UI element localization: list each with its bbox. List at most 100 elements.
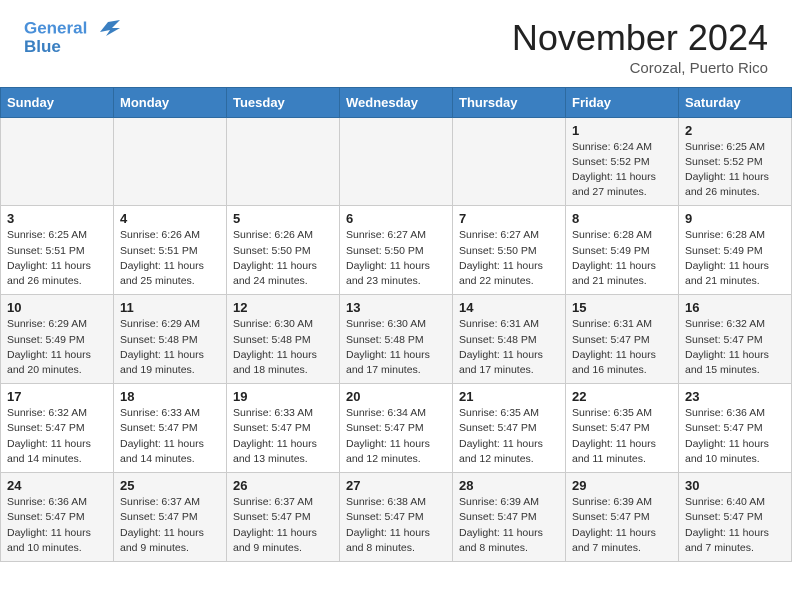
- day-info: Sunrise: 6:28 AMSunset: 5:49 PMDaylight:…: [572, 228, 672, 289]
- day-number: 6: [346, 211, 446, 226]
- calendar-cell: [340, 117, 453, 206]
- day-number: 9: [685, 211, 785, 226]
- calendar-cell: 27 Sunrise: 6:38 AMSunset: 5:47 PMDayligh…: [340, 473, 453, 562]
- calendar-cell: 20 Sunrise: 6:34 AMSunset: 5:47 PMDayligh…: [340, 384, 453, 473]
- day-number: 4: [120, 211, 220, 226]
- weekday-header-tuesday: Tuesday: [227, 87, 340, 117]
- day-number: 7: [459, 211, 559, 226]
- logo: General Blue: [24, 18, 120, 57]
- day-info: Sunrise: 6:32 AMSunset: 5:47 PMDaylight:…: [685, 317, 785, 378]
- calendar-cell: 26 Sunrise: 6:37 AMSunset: 5:47 PMDayligh…: [227, 473, 340, 562]
- day-number: 11: [120, 300, 220, 315]
- day-info: Sunrise: 6:25 AMSunset: 5:52 PMDaylight:…: [685, 140, 785, 201]
- day-info: Sunrise: 6:36 AMSunset: 5:47 PMDaylight:…: [685, 406, 785, 467]
- calendar-cell: 2 Sunrise: 6:25 AMSunset: 5:52 PMDaylight…: [679, 117, 792, 206]
- calendar-header: SundayMondayTuesdayWednesdayThursdayFrid…: [1, 87, 792, 117]
- day-number: 23: [685, 389, 785, 404]
- day-number: 29: [572, 478, 672, 493]
- weekday-header-monday: Monday: [114, 87, 227, 117]
- day-info: Sunrise: 6:39 AMSunset: 5:47 PMDaylight:…: [572, 495, 672, 556]
- day-number: 26: [233, 478, 333, 493]
- day-number: 25: [120, 478, 220, 493]
- weekday-header-wednesday: Wednesday: [340, 87, 453, 117]
- day-info: Sunrise: 6:29 AMSunset: 5:48 PMDaylight:…: [120, 317, 220, 378]
- location-subtitle: Corozal, Puerto Rico: [512, 60, 768, 77]
- day-number: 1: [572, 123, 672, 138]
- day-number: 3: [7, 211, 107, 226]
- calendar-body: 1Sunrise: 6:24 AMSunset: 5:52 PMDaylight…: [1, 117, 792, 561]
- day-info: Sunrise: 6:30 AMSunset: 5:48 PMDaylight:…: [233, 317, 333, 378]
- day-number: 8: [572, 211, 672, 226]
- calendar-cell: 30 Sunrise: 6:40 AMSunset: 5:47 PMDayligh…: [679, 473, 792, 562]
- weekday-header-sunday: Sunday: [1, 87, 114, 117]
- logo-bottom-text: Blue: [24, 38, 120, 57]
- day-number: 12: [233, 300, 333, 315]
- day-info: Sunrise: 6:35 AMSunset: 5:47 PMDaylight:…: [459, 406, 559, 467]
- calendar-cell: 17 Sunrise: 6:32 AMSunset: 5:47 PMDayligh…: [1, 384, 114, 473]
- calendar-cell: [453, 117, 566, 206]
- day-info: Sunrise: 6:27 AMSunset: 5:50 PMDaylight:…: [459, 228, 559, 289]
- calendar-cell: 13Sunrise: 6:30 AMSunset: 5:48 PMDayligh…: [340, 295, 453, 384]
- calendar-cell: 5Sunrise: 6:26 AMSunset: 5:50 PMDaylight…: [227, 206, 340, 295]
- day-info: Sunrise: 6:31 AMSunset: 5:48 PMDaylight:…: [459, 317, 559, 378]
- calendar-cell: 19Sunrise: 6:33 AMSunset: 5:47 PMDayligh…: [227, 384, 340, 473]
- calendar-cell: 29 Sunrise: 6:39 AMSunset: 5:47 PMDayligh…: [566, 473, 679, 562]
- calendar-cell: [114, 117, 227, 206]
- day-number: 24: [7, 478, 107, 493]
- day-number: 2: [685, 123, 785, 138]
- day-number: 15: [572, 300, 672, 315]
- day-number: 16: [685, 300, 785, 315]
- day-info: Sunrise: 6:25 AMSunset: 5:51 PMDaylight:…: [7, 228, 107, 289]
- calendar-cell: [1, 117, 114, 206]
- day-number: 14: [459, 300, 559, 315]
- logo-bird-icon: [94, 18, 120, 40]
- day-info: Sunrise: 6:33 AMSunset: 5:47 PMDaylight:…: [120, 406, 220, 467]
- calendar-week-row: 3 Sunrise: 6:25 AMSunset: 5:51 PMDaylight…: [1, 206, 792, 295]
- day-info: Sunrise: 6:28 AMSunset: 5:49 PMDaylight:…: [685, 228, 785, 289]
- calendar-week-row: 17 Sunrise: 6:32 AMSunset: 5:47 PMDayligh…: [1, 384, 792, 473]
- calendar-cell: 3 Sunrise: 6:25 AMSunset: 5:51 PMDaylight…: [1, 206, 114, 295]
- weekday-header-row: SundayMondayTuesdayWednesdayThursdayFrid…: [1, 87, 792, 117]
- calendar-cell: 22Sunrise: 6:35 AMSunset: 5:47 PMDayligh…: [566, 384, 679, 473]
- day-info: Sunrise: 6:39 AMSunset: 5:47 PMDaylight:…: [459, 495, 559, 556]
- calendar-cell: 4 Sunrise: 6:26 AMSunset: 5:51 PMDaylight…: [114, 206, 227, 295]
- day-info: Sunrise: 6:32 AMSunset: 5:47 PMDaylight:…: [7, 406, 107, 467]
- day-number: 18: [120, 389, 220, 404]
- calendar-cell: 18 Sunrise: 6:33 AMSunset: 5:47 PMDayligh…: [114, 384, 227, 473]
- calendar-cell: 24 Sunrise: 6:36 AMSunset: 5:47 PMDayligh…: [1, 473, 114, 562]
- page-header: General Blue November 2024 Corozal, Puer…: [0, 0, 792, 87]
- day-info: Sunrise: 6:38 AMSunset: 5:47 PMDaylight:…: [346, 495, 446, 556]
- calendar-cell: [227, 117, 340, 206]
- calendar-cell: 11 Sunrise: 6:29 AMSunset: 5:48 PMDayligh…: [114, 295, 227, 384]
- day-info: Sunrise: 6:37 AMSunset: 5:47 PMDaylight:…: [120, 495, 220, 556]
- day-info: Sunrise: 6:40 AMSunset: 5:47 PMDaylight:…: [685, 495, 785, 556]
- day-info: Sunrise: 6:31 AMSunset: 5:47 PMDaylight:…: [572, 317, 672, 378]
- calendar-cell: 12 Sunrise: 6:30 AMSunset: 5:48 PMDayligh…: [227, 295, 340, 384]
- day-number: 30: [685, 478, 785, 493]
- day-info: Sunrise: 6:37 AMSunset: 5:47 PMDaylight:…: [233, 495, 333, 556]
- calendar-cell: 28 Sunrise: 6:39 AMSunset: 5:47 PMDayligh…: [453, 473, 566, 562]
- day-number: 28: [459, 478, 559, 493]
- day-number: 10: [7, 300, 107, 315]
- day-number: 22: [572, 389, 672, 404]
- day-info: Sunrise: 6:26 AMSunset: 5:51 PMDaylight:…: [120, 228, 220, 289]
- calendar-cell: 15 Sunrise: 6:31 AMSunset: 5:47 PMDayligh…: [566, 295, 679, 384]
- calendar-cell: 7 Sunrise: 6:27 AMSunset: 5:50 PMDaylight…: [453, 206, 566, 295]
- day-info: Sunrise: 6:36 AMSunset: 5:47 PMDaylight:…: [7, 495, 107, 556]
- day-info: Sunrise: 6:34 AMSunset: 5:47 PMDaylight:…: [346, 406, 446, 467]
- month-title: November 2024: [512, 18, 768, 58]
- weekday-header-thursday: Thursday: [453, 87, 566, 117]
- day-number: 20: [346, 389, 446, 404]
- day-info: Sunrise: 6:29 AMSunset: 5:49 PMDaylight:…: [7, 317, 107, 378]
- calendar-cell: 14 Sunrise: 6:31 AMSunset: 5:48 PMDayligh…: [453, 295, 566, 384]
- calendar-cell: 21 Sunrise: 6:35 AMSunset: 5:47 PMDayligh…: [453, 384, 566, 473]
- weekday-header-friday: Friday: [566, 87, 679, 117]
- calendar-week-row: 10 Sunrise: 6:29 AMSunset: 5:49 PMDayligh…: [1, 295, 792, 384]
- calendar-cell: 23 Sunrise: 6:36 AMSunset: 5:47 PMDayligh…: [679, 384, 792, 473]
- calendar-cell: 16 Sunrise: 6:32 AMSunset: 5:47 PMDayligh…: [679, 295, 792, 384]
- day-number: 21: [459, 389, 559, 404]
- calendar-cell: 25 Sunrise: 6:37 AMSunset: 5:47 PMDayligh…: [114, 473, 227, 562]
- day-number: 17: [7, 389, 107, 404]
- day-info: Sunrise: 6:26 AMSunset: 5:50 PMDaylight:…: [233, 228, 333, 289]
- day-number: 27: [346, 478, 446, 493]
